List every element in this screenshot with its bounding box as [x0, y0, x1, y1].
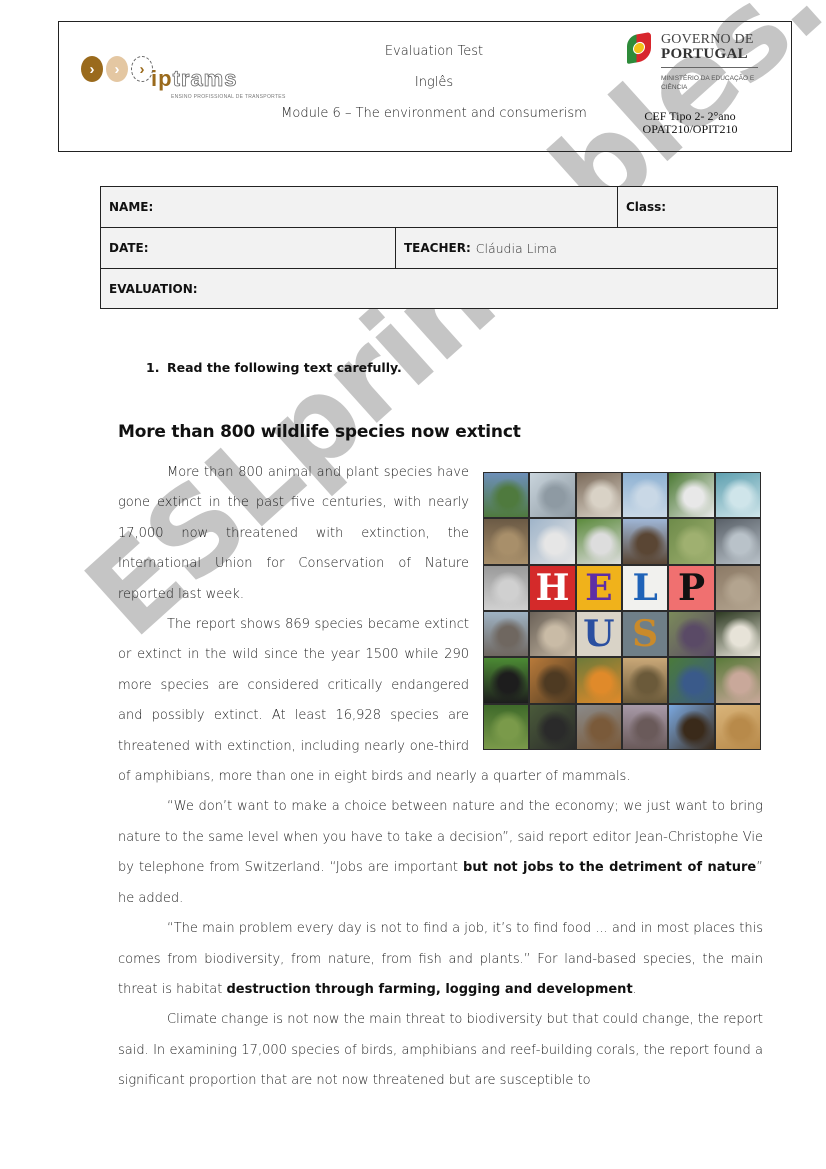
collage-letter: E — [585, 566, 613, 609]
collage-photo-tile — [484, 611, 529, 657]
collage-photo-tile — [530, 611, 575, 657]
teacher-value: Cláudia Lima — [475, 240, 557, 256]
gov-logo-divider — [661, 67, 758, 68]
student-info-table: NAME: Class: DATE: TEACHER: Cláudia Lima… — [100, 186, 778, 309]
government-logo: GOVERNO DE PORTUGAL MINISTÉRIO DA EDUCAÇ… — [625, 30, 785, 100]
collage-letter-tile: S — [622, 611, 668, 657]
class-label: Class: — [626, 200, 667, 214]
date-label: DATE: — [109, 241, 149, 255]
paragraph: “We don’t want to make a choice between … — [118, 792, 763, 914]
collage-photo-tile — [669, 473, 714, 518]
collage-photo-tile — [622, 658, 668, 703]
collage-photo-tile — [576, 704, 621, 749]
collage-photo-tile — [484, 519, 529, 564]
paragraph: Climate change is not now the main threa… — [118, 1012, 763, 1089]
collage-photo-tile — [715, 519, 760, 564]
collage-photo-tile — [530, 473, 575, 518]
date-field[interactable]: DATE: — [101, 228, 396, 268]
collage-photo-tile — [715, 658, 760, 703]
collage-letter-tile: P — [669, 565, 714, 610]
collage-letter-tile: L — [622, 565, 668, 610]
subject-title: Inglês — [414, 75, 454, 90]
course-code: OPAT210/OPIT210 — [642, 122, 738, 136]
collage-letter-tile: U — [576, 611, 621, 657]
collage-photo-tile — [669, 658, 714, 703]
collage-letter: L — [632, 566, 658, 609]
collage-photo-tile — [622, 704, 668, 749]
collage-letter-tile: E — [576, 565, 621, 610]
class-field[interactable]: Class: — [618, 187, 778, 227]
collage-letter-tile: H — [530, 565, 575, 610]
collage-grid: HELP US — [483, 472, 761, 750]
gov-logo-line2: PORTUGAL — [661, 46, 748, 62]
collage-photo-tile — [715, 473, 760, 518]
header-titles: Evaluation Test Inglês Module 6 – The en… — [269, 36, 599, 129]
info-row: EVALUATION: — [101, 269, 777, 309]
collage-letter: H — [535, 566, 570, 609]
collage-photo-tile — [669, 611, 714, 657]
info-row: NAME: Class: — [101, 187, 777, 228]
collage-photo-tile — [622, 473, 668, 518]
collage-letter: U — [583, 613, 615, 656]
name-label: NAME: — [109, 200, 154, 214]
iptrans-logo: › › › iptrams ENSINO PROFISSIONAL DE TRA… — [79, 54, 285, 104]
collage-photo-tile — [484, 704, 529, 749]
evaluation-field[interactable]: EVALUATION: — [101, 269, 777, 309]
evaluation-label: EVALUATION: — [109, 282, 198, 296]
collage-photo-tile — [576, 473, 621, 518]
info-row: DATE: TEACHER: Cláudia Lima — [101, 228, 777, 269]
article-body: HELPUS More than 800 animal and plant sp… — [118, 458, 763, 1097]
article-title: More than 800 wildlife species now extin… — [118, 422, 521, 442]
paragraph-emphasis: destruction through farming, logging and… — [226, 981, 633, 997]
chevron-circle-icon: › — [81, 56, 103, 82]
collage-photo-tile — [530, 519, 575, 564]
collage-photo-tile — [484, 565, 529, 610]
instruction-text: Read the following text carefully. — [167, 360, 402, 375]
gov-logo-ministry: MINISTÉRIO DA EDUCAÇÃO E CIÊNCIA — [661, 75, 755, 91]
collage-photo-tile — [669, 519, 714, 564]
collage-photo-tile — [576, 519, 621, 564]
collage-letter: S — [632, 613, 659, 656]
collage-photo-tile — [715, 565, 760, 610]
collage-photo-tile — [530, 704, 575, 749]
collage-photo-tile — [576, 658, 621, 703]
paragraph-emphasis: but not jobs to the detriment of nature — [463, 860, 757, 876]
portugal-flag-icon — [627, 31, 651, 65]
course-info: CEF Tipo 2- 2°ano OPAT210/OPIT210 — [625, 110, 755, 136]
logo-prefix: ip — [151, 66, 173, 91]
instruction-number: 1. — [146, 360, 160, 375]
paragraph-text: . — [632, 981, 637, 997]
collage-photo-tile — [484, 473, 529, 518]
collage-photo-tile — [715, 704, 760, 749]
module-title: Module 6 – The environment and consumeri… — [281, 106, 587, 121]
chevron-circle-icon: › — [106, 56, 128, 82]
name-field[interactable]: NAME: — [101, 187, 618, 227]
collage-photo-tile — [530, 658, 575, 703]
collage-letter: P — [677, 566, 706, 609]
help-us-collage-image: HELP US — [483, 472, 763, 752]
collage-photo-tile — [669, 704, 714, 749]
logo-suffix: trams — [172, 66, 238, 91]
logo-wordmark: iptrams — [151, 66, 238, 91]
collage-photo-tile — [715, 611, 760, 657]
instruction: 1. Read the following text carefully. — [146, 360, 402, 375]
collage-photo-tile — [622, 519, 668, 564]
document-header: › › › iptrams ENSINO PROFISSIONAL DE TRA… — [58, 21, 792, 152]
collage-photo-tile — [484, 658, 529, 703]
test-title: Evaluation Test — [384, 44, 484, 59]
chevron-circle-icon: › — [131, 56, 153, 82]
teacher-label: TEACHER: — [404, 241, 471, 255]
teacher-field: TEACHER: Cláudia Lima — [396, 228, 778, 268]
paragraph: “The main problem every day is not to fi… — [118, 914, 763, 1005]
